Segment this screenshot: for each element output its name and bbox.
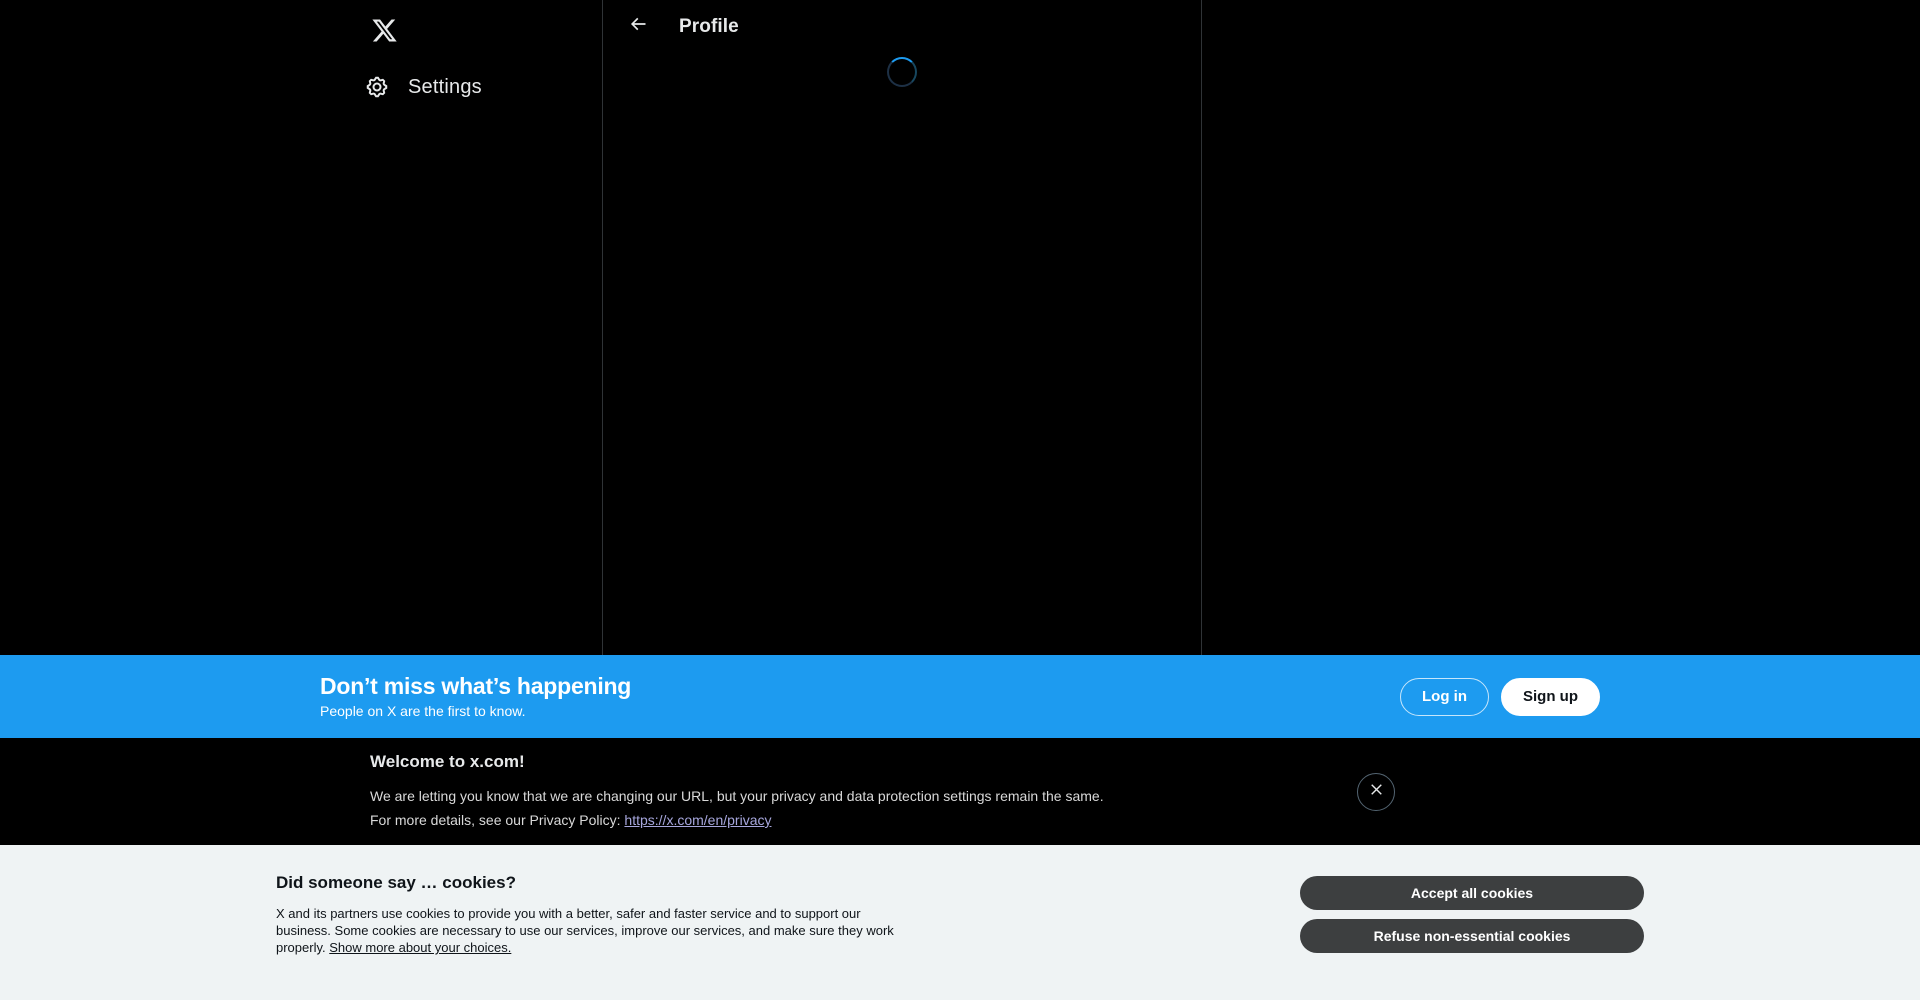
signup-banner: Don’t miss what’s happening People on X … — [0, 655, 1920, 738]
cookie-banner-actions: Accept all cookies Refuse non-essential … — [1300, 872, 1644, 953]
welcome-notice-text: Welcome to x.com! We are letting you kno… — [370, 751, 1104, 832]
welcome-notice: Welcome to x.com! We are letting you kno… — [0, 738, 1920, 845]
sidebar-item-label: Settings — [408, 76, 482, 98]
page-title: Profile — [679, 15, 739, 37]
page-columns: Settings Profile — [0, 0, 1920, 655]
welcome-notice-title: Welcome to x.com! — [370, 752, 525, 771]
signup-banner-subtitle: People on X are the first to know. — [320, 703, 526, 719]
signup-banner-text: Don’t miss what’s happening People on X … — [320, 672, 631, 721]
cookie-banner-text: Did someone say … cookies? X and its par… — [276, 872, 916, 956]
x-logo-icon — [371, 17, 398, 44]
right-column — [1202, 0, 1920, 655]
cookie-choices-link[interactable]: Show more about your choices. — [329, 940, 511, 955]
x-profile-page: Settings Profile Don’t miss what’s happe… — [0, 0, 1920, 1000]
cookie-banner-body: X and its partners use cookies to provid… — [276, 905, 916, 956]
login-button[interactable]: Log in — [1400, 677, 1489, 716]
signup-banner-actions: Log in Sign up — [1400, 677, 1600, 716]
signup-banner-title: Don’t miss what’s happening — [320, 673, 632, 699]
back-button[interactable] — [621, 10, 655, 44]
cookie-banner: Did someone say … cookies? X and its par… — [0, 845, 1920, 1000]
loading-spinner — [887, 57, 917, 87]
main-header: Profile — [603, 0, 1201, 53]
signup-button[interactable]: Sign up — [1501, 677, 1600, 716]
signup-banner-inner: Don’t miss what’s happening People on X … — [300, 672, 1620, 721]
cookie-banner-title: Did someone say … cookies? — [276, 873, 516, 892]
welcome-notice-line-1: We are letting you know that we are chan… — [370, 788, 1104, 804]
welcome-notice-inner: Welcome to x.com! We are letting you kno… — [360, 751, 1560, 832]
close-welcome-button[interactable] — [1357, 772, 1395, 811]
privacy-policy-link[interactable]: https://x.com/en/privacy — [624, 812, 771, 828]
welcome-notice-line-2: For more details, see our Privacy Policy… — [370, 808, 1104, 832]
arrow-left-icon — [628, 14, 648, 39]
sidebar-inner: Settings — [352, 0, 602, 655]
x-logo-button[interactable] — [358, 4, 410, 56]
cookie-banner-inner: Did someone say … cookies? X and its par… — [260, 845, 1660, 956]
refuse-non-essential-cookies-button[interactable]: Refuse non-essential cookies — [1300, 919, 1644, 953]
sidebar-item-settings[interactable]: Settings — [352, 62, 498, 112]
gear-icon — [364, 74, 390, 100]
loading-area — [603, 53, 1201, 87]
left-sidebar: Settings — [0, 0, 602, 655]
accept-all-cookies-button[interactable]: Accept all cookies — [1300, 876, 1644, 910]
close-icon — [1368, 781, 1385, 803]
welcome-notice-line-2-prefix: For more details, see our Privacy Policy… — [370, 812, 625, 828]
main-column: Profile — [602, 0, 1202, 655]
